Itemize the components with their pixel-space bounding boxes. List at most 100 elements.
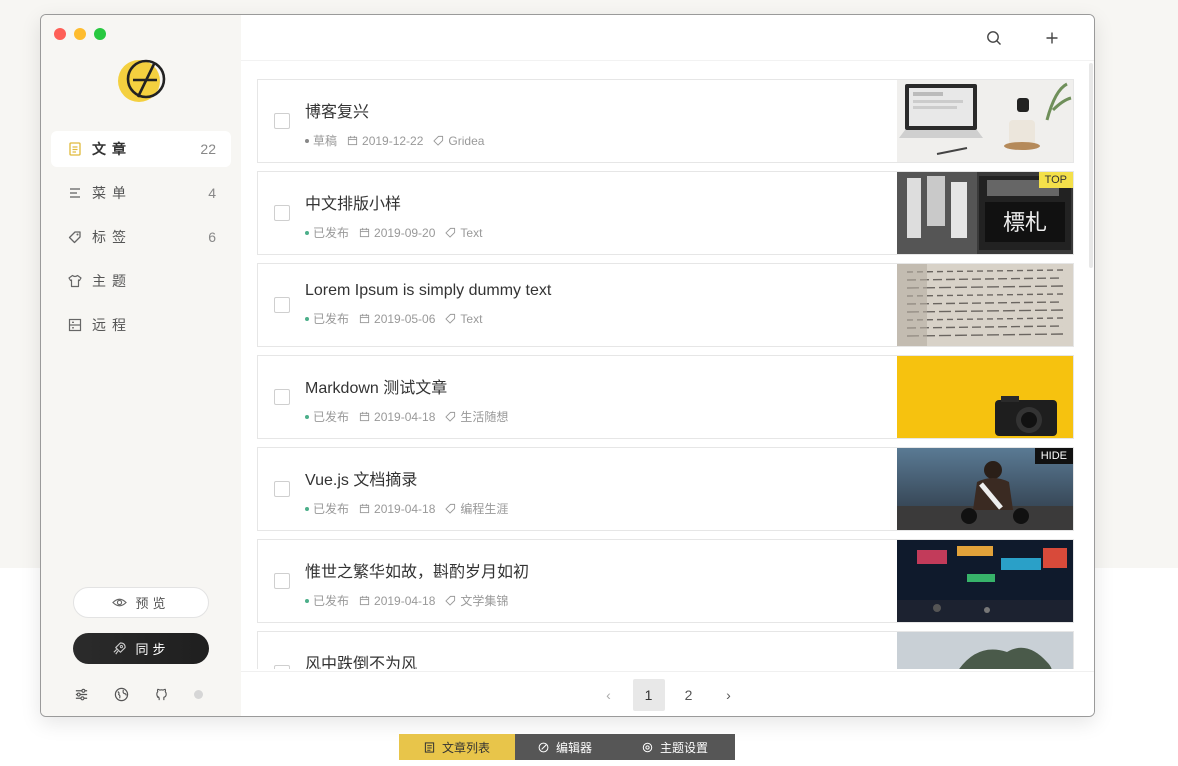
- calendar-icon: [359, 411, 370, 422]
- edit-icon: [538, 742, 549, 753]
- post-thumbnail: [897, 632, 1073, 669]
- prev-page-button[interactable]: ‹: [593, 679, 625, 711]
- tag-icon: [445, 227, 456, 238]
- tag-icon: [445, 411, 456, 422]
- post-date-text: 2019-05-06: [374, 311, 436, 326]
- post-badge: TOP: [1038, 172, 1073, 188]
- post-info: 中文排版小样 已发布 2019-09-20 Text: [305, 190, 482, 241]
- post-status: 已发布: [313, 594, 350, 608]
- post-item[interactable]: Vue.js 文档摘录 已发布 2019-04-18 编程生涯 HIDE: [257, 447, 1074, 531]
- tag-icon: [433, 135, 444, 146]
- post-checkbox[interactable]: [274, 297, 290, 313]
- tag-icon: [67, 229, 83, 245]
- post-info: 博客复兴 草稿 2019-12-22 Gridea: [305, 98, 484, 149]
- post-date-text: 2019-09-20: [374, 225, 436, 240]
- post-item[interactable]: Lorem Ipsum is simply dummy text 已发布 201…: [257, 263, 1074, 347]
- tab-theme-settings[interactable]: 主题设置: [615, 734, 735, 760]
- post-tag-text: 编程生涯: [460, 502, 509, 516]
- status-dot: [193, 689, 203, 699]
- tab-editor[interactable]: 编辑器: [515, 734, 615, 760]
- post-tag[interactable]: Gridea: [433, 134, 484, 148]
- minimize-window-button[interactable]: [74, 28, 86, 40]
- post-title[interactable]: 风中跌倒不为风: [305, 650, 417, 669]
- sidebar-item-count: 4: [208, 185, 216, 201]
- post-status: 草稿: [313, 134, 338, 148]
- post-tag[interactable]: 编程生涯: [445, 500, 508, 517]
- post-title[interactable]: Lorem Ipsum is simply dummy text: [305, 282, 551, 300]
- sidebar-item-tags[interactable]: 标签 6: [51, 219, 231, 255]
- sidebar-item-menu[interactable]: 菜单 4: [51, 175, 231, 211]
- scrollbar-thumb[interactable]: [1089, 63, 1093, 268]
- post-title[interactable]: 中文排版小样: [305, 190, 482, 214]
- calendar-icon: [359, 595, 370, 606]
- post-checkbox[interactable]: [274, 481, 290, 497]
- eye-icon: [112, 595, 128, 610]
- post-title[interactable]: Markdown 测试文章: [305, 374, 508, 398]
- post-meta: 草稿 2019-12-22 Gridea: [305, 132, 484, 149]
- post-meta: 已发布 2019-09-20 Text: [305, 224, 482, 241]
- post-tag[interactable]: Text: [445, 312, 482, 326]
- post-date-text: 2019-12-22: [362, 133, 424, 148]
- post-checkbox[interactable]: [274, 113, 290, 129]
- github-icon[interactable]: [154, 686, 170, 702]
- menu-icon: [67, 185, 83, 201]
- post-item[interactable]: 博客复兴 草稿 2019-12-22 Gridea: [257, 79, 1074, 163]
- post-list: 博客复兴 草稿 2019-12-22 Gridea 中文排版小样 已发布 201…: [257, 79, 1074, 669]
- status-dot: [305, 414, 309, 419]
- post-checkbox[interactable]: [274, 573, 290, 589]
- remote-icon: [67, 317, 83, 333]
- post-checkbox[interactable]: [274, 665, 290, 669]
- tag-icon: [445, 595, 456, 606]
- post-tag[interactable]: 生活随想: [445, 408, 508, 425]
- sidebar-footer: [73, 686, 203, 702]
- post-title[interactable]: 博客复兴: [305, 98, 484, 122]
- post-tag[interactable]: 文学集锦: [445, 592, 508, 609]
- post-checkbox[interactable]: [274, 389, 290, 405]
- theme-icon: [67, 273, 83, 289]
- post-status: 已发布: [313, 312, 350, 326]
- post-tag-text: 文学集锦: [460, 594, 509, 608]
- post-info: 惟世之繁华如故，斟酌岁月如初 已发布 2019-04-18 文学集锦: [305, 558, 529, 609]
- post-badge: HIDE: [1034, 448, 1073, 464]
- post-meta: 已发布 2019-04-18 文学集锦: [305, 592, 529, 609]
- post-status: 已发布: [313, 226, 350, 240]
- post-item[interactable]: 惟世之繁华如故，斟酌岁月如初 已发布 2019-04-18 文学集锦: [257, 539, 1074, 623]
- sidebar-item-remote[interactable]: 远程: [51, 307, 231, 343]
- post-title[interactable]: Vue.js 文档摘录: [305, 466, 508, 490]
- post-info: Markdown 测试文章 已发布 2019-04-18 生活随想: [305, 374, 508, 425]
- search-icon[interactable]: [985, 29, 1003, 47]
- post-title[interactable]: 惟世之繁华如故，斟酌岁月如初: [305, 558, 529, 582]
- sync-button[interactable]: 同步: [73, 633, 209, 664]
- post-item[interactable]: 中文排版小样 已发布 2019-09-20 Text 標札 TOP: [257, 171, 1074, 255]
- post-item[interactable]: Markdown 测试文章 已发布 2019-04-18 生活随想: [257, 355, 1074, 439]
- maximize-window-button[interactable]: [94, 28, 106, 40]
- sidebar-item-theme[interactable]: 主题: [51, 263, 231, 299]
- sync-label: 同步: [135, 642, 170, 657]
- page-2-button[interactable]: 2: [673, 679, 705, 711]
- tab-post-list[interactable]: 文章列表: [399, 734, 515, 760]
- sidebar-item-label: 文章: [92, 141, 132, 157]
- calendar-icon: [359, 313, 370, 324]
- tag-icon: [445, 313, 456, 324]
- post-item[interactable]: 风中跌倒不为风: [257, 631, 1074, 669]
- globe-icon[interactable]: [113, 686, 129, 702]
- post-date: 2019-12-22: [347, 134, 423, 148]
- page-1-button[interactable]: 1: [632, 679, 665, 711]
- preview-button[interactable]: 预览: [73, 587, 209, 618]
- status-dot: [305, 230, 309, 235]
- post-thumbnail: [897, 540, 1073, 622]
- sidebar-item-count: 6: [208, 229, 216, 245]
- post-checkbox[interactable]: [274, 205, 290, 221]
- post-status: 已发布: [313, 502, 350, 516]
- sidebar-item-articles[interactable]: 文章 22: [51, 131, 231, 167]
- calendar-icon: [347, 135, 358, 146]
- next-page-button[interactable]: ›: [713, 679, 745, 711]
- post-date-text: 2019-04-18: [374, 501, 436, 516]
- svg-text:標札: 標札: [1003, 211, 1047, 236]
- close-window-button[interactable]: [54, 28, 66, 40]
- status-dot: [305, 598, 309, 603]
- add-post-icon[interactable]: [1043, 29, 1061, 47]
- post-date: 2019-04-18: [359, 410, 435, 424]
- settings-sliders-icon[interactable]: [73, 686, 89, 702]
- post-tag[interactable]: Text: [445, 226, 482, 240]
